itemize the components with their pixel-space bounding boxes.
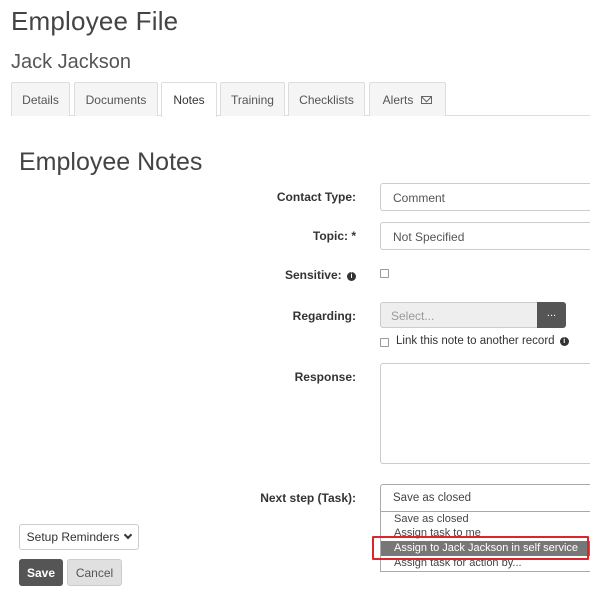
regarding-input[interactable]: Select... (380, 302, 537, 328)
tab-label: Alerts (382, 92, 414, 107)
cancel-button[interactable]: Cancel (67, 559, 122, 586)
save-button[interactable]: Save (19, 559, 63, 586)
envelope-icon (421, 95, 433, 104)
response-textarea[interactable] (380, 363, 590, 464)
tab-details[interactable]: Details (11, 82, 70, 116)
tab-alerts[interactable]: Alerts (369, 82, 446, 116)
annotation-highlight-box (372, 536, 589, 560)
sensitive-checkbox[interactable] (380, 269, 389, 278)
contact-type-select[interactable]: Comment (380, 183, 590, 211)
tab-label: Documents (85, 92, 147, 107)
info-icon: i (559, 337, 569, 346)
tab-documents[interactable]: Documents (74, 82, 158, 116)
tab-bar: Details Documents Notes Training Checkli… (11, 82, 590, 117)
sensitive-label-text: Sensitive: (284, 268, 342, 282)
setup-reminders-button[interactable]: Setup Reminders (19, 524, 139, 550)
response-label: Response: (294, 370, 356, 384)
tab-label: Notes (173, 93, 205, 107)
tab-label: Details (22, 92, 59, 107)
link-record-checkbox[interactable] (380, 338, 389, 347)
regarding-label: Regarding: (292, 309, 356, 323)
chevron-down-icon (124, 530, 133, 540)
setup-reminders-label: Setup Reminders (26, 530, 120, 544)
tab-label: Training (231, 92, 274, 107)
tab-label: Checklists (299, 92, 354, 107)
page-title: Employee File (11, 6, 179, 36)
info-icon: i (347, 272, 356, 281)
link-record-label: Link this note to another record i (396, 335, 569, 347)
topic-label: Topic: * (312, 229, 356, 243)
link-record-text: Link this note to another record (396, 335, 555, 347)
regarding-browse-button[interactable]: ... (537, 302, 566, 328)
topic-select[interactable]: Not Specified (380, 222, 590, 250)
tab-training[interactable]: Training (220, 82, 285, 116)
next-step-label: Next step (Task): (260, 491, 356, 505)
contact-type-label: Contact Type: (276, 190, 356, 204)
next-step-select[interactable]: Save as closed (380, 484, 590, 512)
section-title: Employee Notes (19, 148, 203, 176)
employee-name: Jack Jackson (11, 51, 132, 73)
tab-checklists[interactable]: Checklists (288, 82, 365, 116)
tab-notes[interactable]: Notes (161, 82, 217, 117)
dropdown-option[interactable]: Save as closed (381, 512, 590, 527)
sensitive-label: Sensitive: i (156, 268, 356, 282)
